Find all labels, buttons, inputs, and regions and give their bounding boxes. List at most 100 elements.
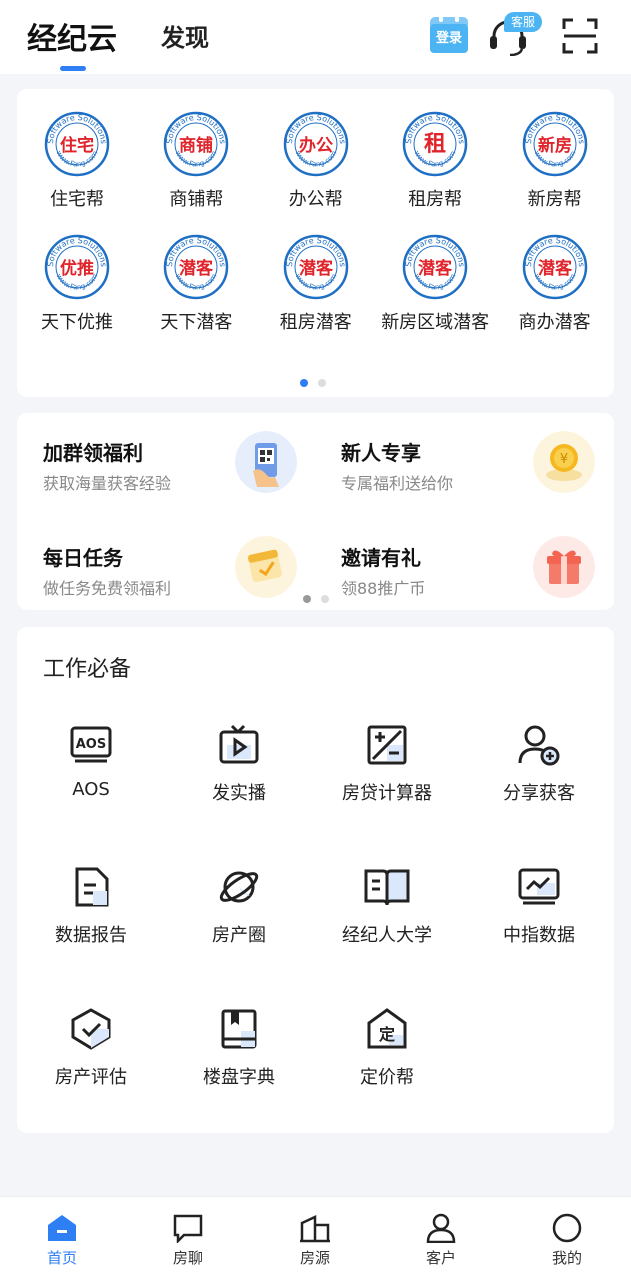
nav-label: 房聊 [172,1249,203,1267]
shield-check-icon [71,1008,111,1050]
calculator-icon [367,725,407,765]
aos-monitor-icon: AOS [70,726,112,763]
shortcut-shangban-qianke[interactable]: Software Solutions www.Fang.com 潜客商办潜客 [495,234,615,334]
tool-pricing-helper[interactable]: 定 定价帮 [313,1007,461,1089]
svg-text:办公: 办公 [299,135,333,156]
customer-service-button[interactable]: 客服 [488,12,544,57]
tab-jingjiyun[interactable]: 经纪云 [27,14,117,58]
chart-monitor-icon [518,868,560,905]
qianke-logo-icon: Software Solutions www.Fang.com 潜客 [163,234,229,300]
bookmark-book-icon [221,1009,257,1049]
promo-daily-tasks[interactable]: 每日任务 做任务免费领福利 [17,518,315,608]
nav-customers[interactable]: 客户 [401,1213,481,1268]
svg-text:优推: 优推 [60,258,94,279]
shortcut-youtui[interactable]: Software Solutions www.Fang.com 优推 天下优推 [17,234,137,334]
promo-invite[interactable]: 邀请有礼 领88推广币 [315,518,613,608]
nav-home[interactable]: 首页 [22,1213,102,1268]
house-ding-icon: 定 [367,1008,407,1049]
promo-newcomer[interactable]: 新人专享 专属福利送给你 ¥ [315,413,613,503]
open-book-icon [364,869,410,906]
nav-chat[interactable]: 房聊 [148,1213,228,1268]
zhuzhai-logo-icon: Software Solutions www.Fang.com 住宅 [44,111,110,177]
tool-live-broadcast[interactable]: 发实播 [165,723,313,805]
shortcut-zhuzhai[interactable]: Software Solutions www.Fang.com 住宅住宅帮 [17,111,137,211]
promo-title: 新人专享 [341,441,421,465]
tool-label: 中指数据 [503,925,575,946]
shortcut-qianke[interactable]: Software Solutions www.Fang.com 潜客 天下潜客 [136,234,256,334]
zufang-logo-icon: Software Solutions www.Fang.com 租 [402,111,468,177]
promo-title: 每日任务 [43,546,123,570]
tool-label: 数据报告 [55,925,127,946]
promo-page-indicator [303,595,329,603]
svg-text:住宅: 住宅 [60,135,94,156]
shortcut-shangpu[interactable]: Software Solutions www.Fang.com 商铺 商铺帮 [136,111,256,211]
shortcut-label: 新房帮 [527,189,582,210]
shortcut-xinfang[interactable]: Software Solutions www.Fang.com 新房 新房帮 [495,111,615,211]
planet-icon [219,871,259,903]
svg-text:潜客: 潜客 [418,258,453,279]
nav-listings[interactable]: 房源 [275,1213,355,1268]
promo-title: 加群领福利 [43,441,143,465]
shortcut-bangong[interactable]: Software Solutions www.Fang.com 办公 办公帮 [256,111,376,211]
gift-icon [533,536,595,598]
tool-agent-university[interactable]: 经纪人大学 [313,865,461,947]
shortcut-page-indicator [300,379,326,387]
active-tab-indicator [60,66,86,71]
svg-text:定: 定 [378,1025,395,1044]
tool-share-leads[interactable]: 分享获客 [465,723,613,805]
tool-label: 发实播 [212,783,266,804]
bottom-navigation: 首页 房聊 房源 客户 我的 [0,1196,631,1280]
svg-text:潜客: 潜客 [299,258,334,279]
tool-label: 房贷计算器 [342,783,432,804]
svg-text:潜客: 潜客 [538,258,573,279]
shortcut-xinfang-qianke[interactable]: Software Solutions www.Fang.com 潜客新房区域潜客 [375,234,495,334]
tool-aos[interactable]: AOS AOS [17,723,165,800]
promo-title: 邀请有礼 [341,546,421,570]
page-dot [321,595,329,603]
shangban-qianke-logo-icon: Software Solutions www.Fang.com 潜客 [522,234,588,300]
tool-label: 分享获客 [503,783,575,804]
youtui-logo-icon: Software Solutions www.Fang.com 优推 [44,234,110,300]
tab-faxian[interactable]: 发现 [161,18,209,53]
shortcut-label: 住宅帮 [50,189,104,210]
shortcut-zufang[interactable]: Software Solutions www.Fang.com 租租房帮 [375,111,495,211]
tool-building-dictionary[interactable]: 楼盘字典 [165,1007,313,1089]
tool-property-circle[interactable]: 房产圈 [165,865,313,947]
page-dot-active [300,379,308,387]
tool-zhongzhi-data[interactable]: 中指数据 [465,865,613,947]
promo-subtitle: 领88推广币 [341,579,426,598]
profile-circle-icon [552,1213,582,1243]
nav-label: 我的 [551,1249,582,1267]
page-dot [318,379,326,387]
shortcut-zufang-qianke[interactable]: Software Solutions www.Fang.com 潜客 租房潜客 [256,234,376,334]
coin-icon: ¥ [533,431,595,493]
shangpu-logo-icon: Software Solutions www.Fang.com 商铺 [163,111,229,177]
tool-data-report[interactable]: 数据报告 [17,865,165,947]
shortcut-label: 新房区域潜客 [381,312,490,333]
tv-play-icon [219,724,259,764]
page-dot-active [303,595,311,603]
zufang-qianke-logo-icon: Software Solutions www.Fang.com 潜客 [283,234,349,300]
tool-label: 房产圈 [212,925,266,946]
shortcut-label: 商办潜客 [518,312,591,333]
login-button[interactable]: 登录 [430,14,468,53]
nav-label: 首页 [46,1249,77,1267]
tool-property-valuation[interactable]: 房产评估 [17,1007,165,1089]
tool-mortgage-calculator[interactable]: 房贷计算器 [313,723,461,805]
add-user-icon [518,725,560,766]
nav-label: 客户 [425,1249,456,1267]
section-title: 工作必备 [43,657,132,682]
svg-text:租: 租 [424,132,446,157]
promo-join-group[interactable]: 加群领福利 获取海量获客经验 [17,413,315,503]
scan-button[interactable] [562,18,598,54]
tool-label: AOS [72,779,110,800]
xinfang-qianke-logo-icon: Software Solutions www.Fang.com 潜客 [402,234,468,300]
promo-subtitle: 专属福利送给你 [341,474,454,493]
promo-subtitle: 获取海量获客经验 [43,474,172,493]
home-icon [48,1215,76,1241]
document-icon [75,867,109,907]
shortcut-label: 租房帮 [408,189,463,210]
nav-me[interactable]: 我的 [527,1213,607,1268]
scan-icon [562,18,598,54]
work-essentials-card: 工作必备 AOS AOS 发实播 房贷计算器 分享获客 数据报告 房产圈 经纪人… [17,627,614,1133]
